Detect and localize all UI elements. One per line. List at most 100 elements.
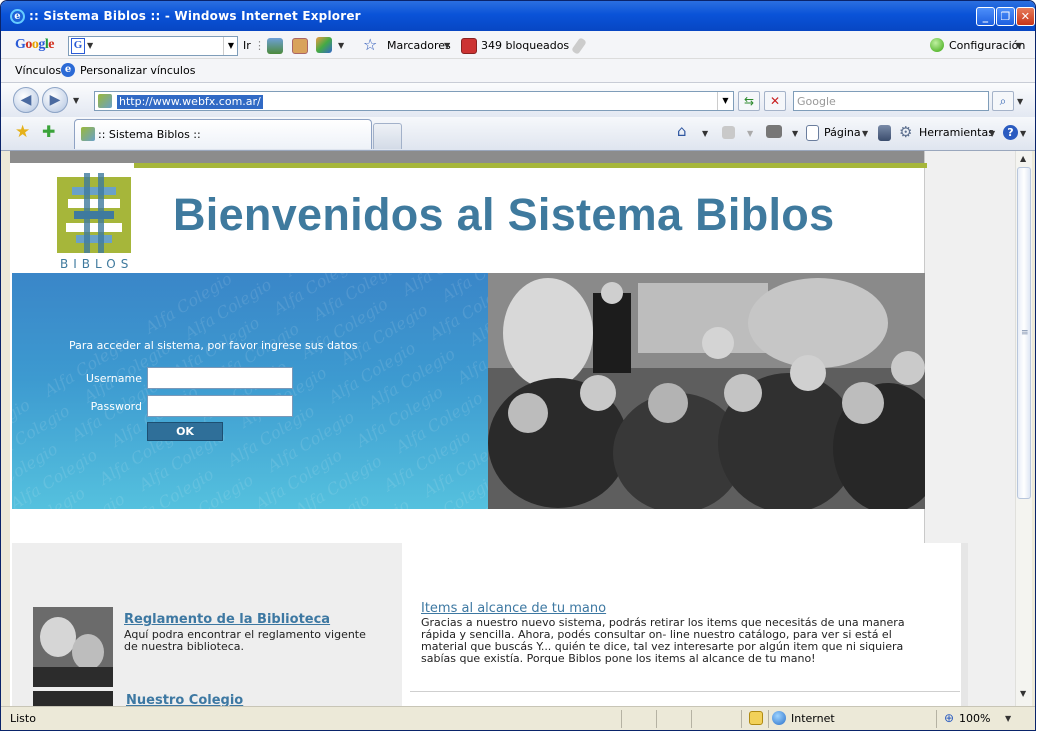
items-description: Gracias a nuestro nuevo sistema, podrás … (421, 616, 905, 665)
status-green-icon (930, 38, 944, 52)
zoom-level[interactable]: 100% (959, 712, 990, 725)
address-dropdown[interactable]: ▼ (717, 92, 733, 110)
internet-explorer-icon: e (10, 9, 25, 24)
tab-sistema-biblos[interactable]: :: Sistema Biblos :: (74, 119, 372, 149)
biblos-logo: BIBLOS (54, 173, 134, 271)
gear-icon: ⚙ (899, 123, 913, 141)
research-icon[interactable] (878, 125, 891, 141)
bookmarks-button[interactable]: Marcadores (387, 39, 451, 52)
divider (741, 710, 742, 728)
chevron-down-icon[interactable]: ▼ (862, 129, 868, 138)
logo-text: BIBLOS (60, 257, 134, 271)
feeds-icon[interactable] (722, 126, 735, 139)
status-bar: Listo Internet ⊕ 100% ▼ (1, 706, 1035, 730)
help-icon[interactable]: ? (1003, 125, 1018, 140)
items-link[interactable]: Items al alcance de tu mano (421, 601, 606, 616)
search-input[interactable]: Google (793, 91, 989, 111)
top-strip (10, 151, 1015, 163)
star-bookmark-icon[interactable]: ☆ (363, 35, 377, 54)
protected-mode-icon[interactable] (749, 711, 763, 725)
globe-icon (772, 711, 786, 725)
divider (768, 710, 769, 728)
status-text: Listo (10, 712, 36, 725)
divider (656, 710, 657, 728)
grip-icon: ≡ (1021, 328, 1029, 338)
chevron-down-icon[interactable]: ▼ (747, 129, 753, 138)
scroll-up-icon[interactable]: ▲ (1020, 154, 1026, 163)
new-tab-button[interactable] (373, 123, 402, 149)
chevron-down-icon[interactable]: ▼ (989, 129, 995, 138)
login-message: Para acceder al sistema, por favor ingre… (69, 339, 358, 352)
scroll-down-icon[interactable]: ▼ (1020, 689, 1026, 698)
history-dropdown-icon[interactable]: ▼ (73, 96, 79, 105)
rules-link[interactable]: Reglamento de la Biblioteca (124, 612, 330, 627)
address-bar: ◀ ▶ ▼ http://www.webfx.com.ar/ ▼ ⇆ ✕ Goo… (1, 83, 1035, 117)
search-icon[interactable]: ⌕ (992, 91, 1014, 111)
chevron-down-icon[interactable]: ▼ (338, 41, 344, 50)
ok-button[interactable]: OK (147, 422, 223, 441)
site-favicon (98, 94, 112, 108)
chevron-down-icon[interactable]: ▼ (444, 41, 450, 50)
search-options-icon[interactable]: ▼ (1017, 97, 1023, 106)
chevron-down-icon: ▼ (87, 41, 94, 50)
school-thumbnail (33, 691, 113, 706)
page-menu[interactable]: Página (824, 126, 861, 139)
browser-window: e :: Sistema Biblos :: - Windows Interne… (0, 0, 1036, 731)
right-column: Items al alcance de tu mano Gracias a nu… (402, 543, 968, 706)
tab-label: :: Sistema Biblos :: (98, 128, 201, 141)
search-history-dropdown[interactable]: ▼ (223, 37, 238, 55)
links-bar: Vínculos e Personalizar vínculos (1, 59, 1035, 83)
refresh-icon[interactable]: ⇆ (738, 91, 760, 111)
close-button[interactable]: ✕ (1016, 7, 1035, 26)
username-field[interactable] (147, 367, 293, 389)
favorites-star-icon[interactable]: ★ (15, 122, 30, 142)
watermark: Alfa Colegio Alfa Colegio Alfa Colegio A… (12, 273, 488, 509)
window-title: :: Sistema Biblos :: - Windows Internet … (29, 9, 361, 23)
address-input[interactable]: http://www.webfx.com.ar/ ▼ (94, 91, 734, 111)
accent-line (134, 163, 927, 168)
tools-menu[interactable]: Herramientas (919, 126, 994, 139)
site-favicon (81, 127, 95, 141)
divider (410, 691, 960, 692)
image-search-icon[interactable] (267, 38, 283, 54)
popup-blocked-count[interactable]: 349 bloqueados (481, 39, 569, 52)
chevron-down-icon[interactable]: ▼ (702, 129, 708, 138)
school-link[interactable]: Nuestro Colegio (126, 693, 243, 706)
url-text[interactable]: http://www.webfx.com.ar/ (117, 95, 263, 109)
page-title: Bienvenidos al Sistema Biblos (173, 189, 835, 240)
page-viewport: BIBLOS Bienvenidos al Sistema Biblos Alf… (10, 151, 1015, 706)
google-toolbar: Google G ▼ ▼ Ir ⋮ ▼ ☆ Marcadores ▼ 349 b… (1, 31, 1035, 59)
home-icon[interactable]: ⌂ (677, 122, 687, 140)
rules-description: Aquí podra encontrar el reglamento vigen… (124, 628, 366, 653)
maximize-button[interactable]: ❐ (996, 7, 1015, 26)
scroll-thumb[interactable]: ≡ (1017, 167, 1031, 499)
popup-blocker-icon (461, 38, 477, 54)
vertical-scrollbar[interactable]: ▲ ≡ ▼ (1015, 151, 1032, 706)
google-search-input[interactable]: G ▼ ▼ (68, 36, 238, 56)
news-icon[interactable] (292, 38, 308, 54)
password-field[interactable] (147, 395, 293, 417)
apps-icon[interactable] (316, 37, 332, 53)
minimize-button[interactable]: _ (976, 7, 995, 26)
settings-button[interactable]: Configuración (949, 39, 1025, 52)
forward-button[interactable]: ▶ (42, 87, 68, 113)
go-button[interactable]: Ir (243, 39, 251, 52)
add-favorite-icon[interactable]: ✚ (42, 122, 55, 141)
ie-link-icon: e (61, 63, 75, 77)
divider (936, 710, 937, 728)
chevron-down-icon[interactable]: ▼ (1020, 129, 1026, 138)
customize-links-link[interactable]: Personalizar vínculos (80, 64, 195, 77)
login-panel: Alfa Colegio Alfa Colegio Alfa Colegio A… (12, 273, 488, 509)
zoom-dropdown-icon[interactable]: ▼ (1005, 714, 1011, 723)
classroom-photo (488, 273, 925, 509)
google-logo: Google (15, 37, 54, 52)
highlight-pen-icon[interactable] (571, 37, 587, 55)
stop-icon[interactable]: ✕ (764, 91, 786, 111)
google-g-icon: G (71, 38, 85, 54)
title-bar: e :: Sistema Biblos :: - Windows Interne… (1, 1, 1035, 31)
chevron-down-icon[interactable]: ▼ (792, 129, 798, 138)
chevron-down-icon[interactable]: ▼ (1016, 41, 1022, 50)
print-icon[interactable] (766, 125, 782, 138)
back-button[interactable]: ◀ (13, 87, 39, 113)
security-zone[interactable]: Internet (791, 712, 835, 725)
